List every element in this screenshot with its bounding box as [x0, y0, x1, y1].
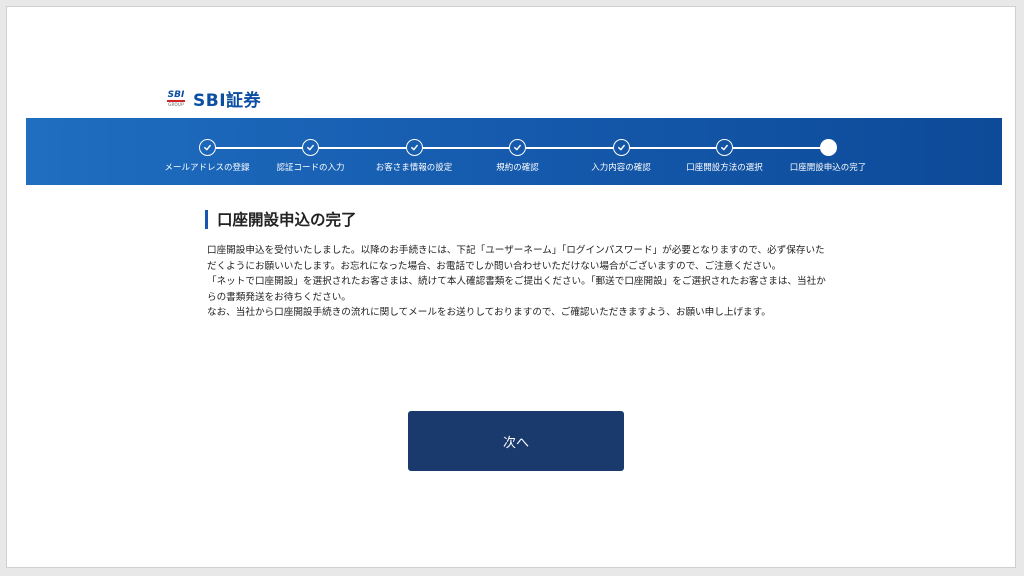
section-heading: 口座開設申込の完了	[205, 208, 357, 230]
stepper-connector	[526, 147, 613, 149]
page-frame: SBI GROUP SBI証券 メールアドレスの登録 認証コードの入力 お客さま情報…	[6, 6, 1016, 568]
step-check-icon	[198, 139, 216, 156]
step-label: 入力内容の確認	[591, 163, 651, 173]
stepper-connector	[733, 147, 820, 149]
sbi-logo-mark: SBI GROUP	[165, 89, 187, 109]
message-paragraph-3: なお、当社から口座開設手続きの流れに関してメールをお送りしておりますので、ご確認…	[207, 307, 771, 318]
step-label: 口座開設申込の完了	[789, 163, 867, 173]
logo-mark-text: SBI	[166, 89, 186, 102]
sbi-logo[interactable]: SBI GROUP SBI証券	[165, 86, 261, 111]
logo-text: SBI証券	[193, 91, 262, 111]
message-paragraph-2: 「ネットで口座開設」を選択されたお客さまは、続けて本人確認書類をご提出ください。…	[207, 276, 826, 303]
step-label: メールアドレスの登録	[164, 163, 250, 173]
stepper-track: メールアドレスの登録 認証コードの入力 お客さま情報の設定 規約の確認 入力内容の確認 口…	[26, 118, 1002, 185]
page-title: 口座開設申込の完了	[217, 211, 357, 229]
stepper-connector	[422, 147, 509, 149]
step-check-icon	[716, 139, 733, 156]
step-label: 口座開設方法の選択	[686, 163, 763, 173]
heading-accent-bar	[205, 209, 208, 229]
stepper-connector	[319, 147, 406, 149]
step-check-icon	[302, 139, 319, 156]
step-label: 規約の確認	[496, 163, 539, 173]
completion-message: 口座開設申込を受付いたしました。以降のお手続きには、下記「ユーザーネーム」「ログ…	[207, 243, 827, 321]
step-label: お客さま情報の設定	[375, 163, 453, 173]
step-check-icon	[509, 139, 526, 156]
step-check-icon	[612, 139, 630, 156]
stepper-connector	[629, 147, 716, 149]
next-button[interactable]: 次へ	[408, 411, 624, 471]
step-label: 認証コードの入力	[276, 163, 345, 173]
logo-group-text: GROUP	[168, 101, 184, 107]
progress-stepper: メールアドレスの登録 認証コードの入力 お客さま情報の設定 規約の確認 入力内容の確認 口…	[26, 118, 1002, 185]
stepper-connector	[215, 147, 302, 149]
message-paragraph-1: 口座開設申込を受付いたしました。以降のお手続きには、下記「ユーザーネーム」「ログ…	[207, 245, 825, 272]
step-check-icon	[405, 139, 423, 156]
step-current-dot	[819, 139, 837, 156]
